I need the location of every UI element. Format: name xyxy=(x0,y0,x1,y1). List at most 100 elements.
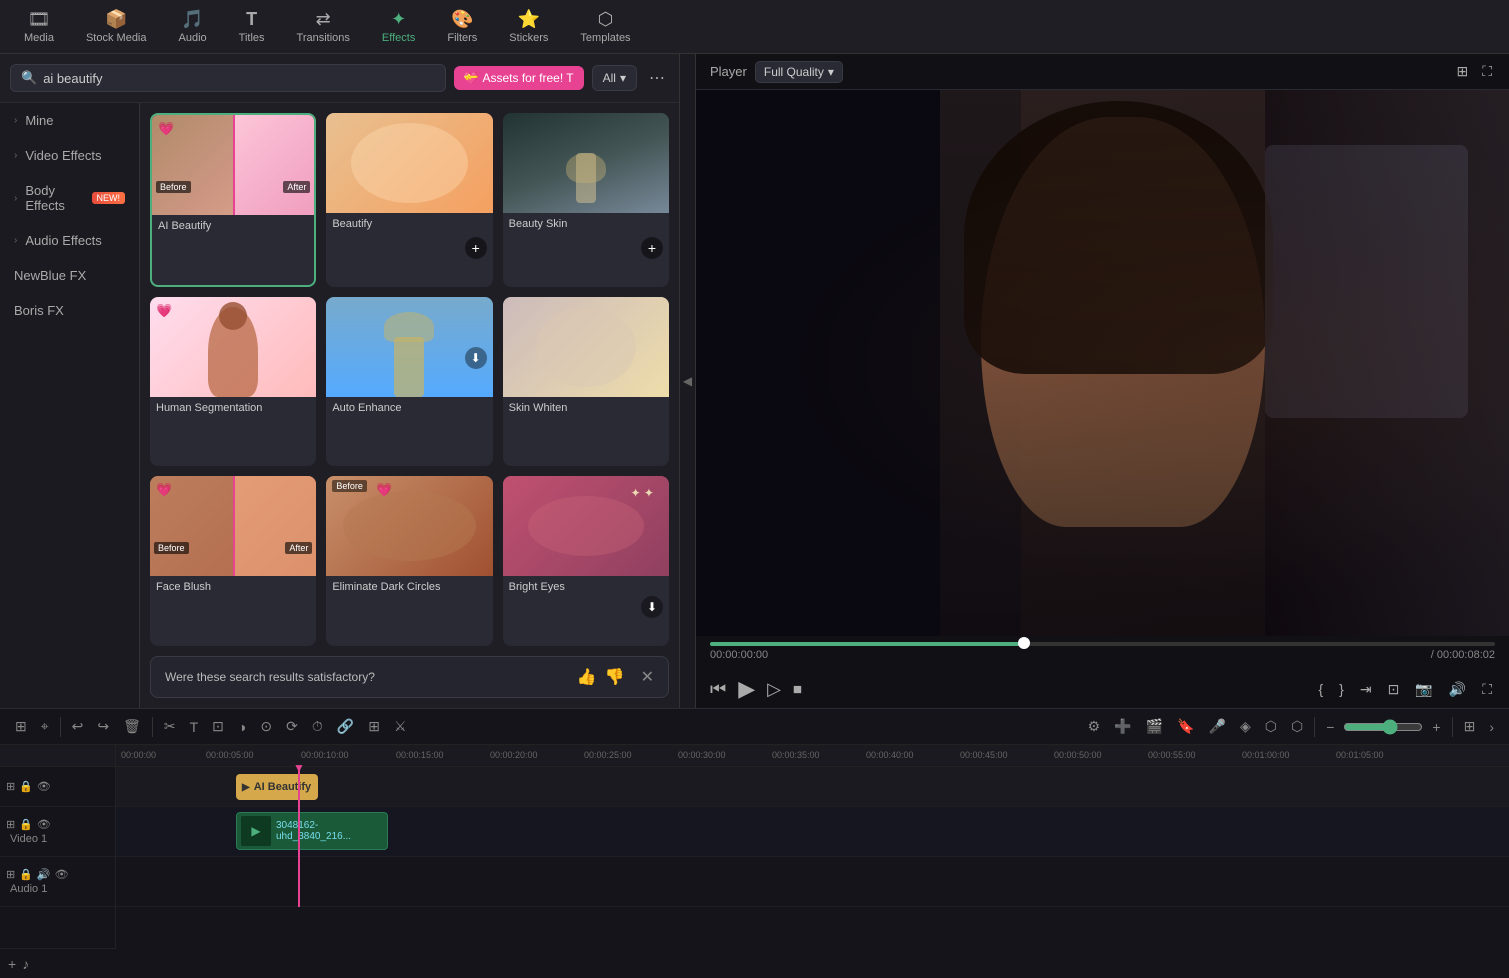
audio1-lock-icon[interactable]: 🔒 xyxy=(19,868,33,881)
filter-chevron-icon: ▾ xyxy=(620,71,626,85)
audio1-eye-icon[interactable]: 👁 xyxy=(55,868,69,881)
add-audio-track-button[interactable]: ♪ xyxy=(22,956,29,972)
nav-stickers[interactable]: ⭐ Stickers xyxy=(495,3,562,50)
duration-button[interactable]: ⏱ xyxy=(307,715,328,738)
effect-card-auto-enhance[interactable]: ⬇ Auto Enhance xyxy=(326,297,492,467)
effect-card-beauty-skin[interactable]: + Beauty Skin xyxy=(503,113,669,287)
main-area: 🔍 💝 Assets for free! T All ▾ ⋯ › Mine xyxy=(0,54,1509,708)
mark-button[interactable]: 🔖 xyxy=(1172,715,1199,738)
sidebar-item-body-effects[interactable]: › Body Effects NEW! xyxy=(0,173,139,223)
more-options-button[interactable]: › xyxy=(1484,716,1499,738)
snapshot-button[interactable]: 📷 xyxy=(1412,678,1435,701)
mask-button[interactable]: ◑ xyxy=(233,716,251,738)
nav-filters[interactable]: 🎨 Filters xyxy=(433,3,491,50)
filter-button[interactable]: All ▾ xyxy=(592,65,637,91)
safe-zone-button[interactable]: ⊡ xyxy=(1385,678,1403,701)
redo-button[interactable]: ↪ xyxy=(92,715,114,738)
silence-button[interactable]: ⬡ xyxy=(1286,715,1308,738)
panel-collapse-button[interactable]: ◀ xyxy=(680,54,696,708)
effect-card-face-blush[interactable]: Before After 💗 Face Blush xyxy=(150,476,316,646)
fullscreen-button[interactable]: ⛶ xyxy=(1479,60,1495,83)
video1-add-icon[interactable]: ⊞ xyxy=(6,818,15,831)
play-button[interactable]: ▶ xyxy=(738,676,755,702)
effect-card-skin-whiten[interactable]: Skin Whiten xyxy=(503,297,669,467)
nav-media[interactable]: 🎞 Media xyxy=(10,3,68,50)
progress-bar[interactable] xyxy=(710,642,1495,646)
feedback-close-button[interactable]: ✕ xyxy=(641,667,654,687)
zoom-out-button[interactable]: − xyxy=(1321,716,1339,738)
zoom-slider[interactable] xyxy=(1343,719,1423,735)
audio1-vol-icon[interactable]: 🔊 xyxy=(37,868,51,881)
text-button[interactable]: T xyxy=(185,716,204,738)
assets-button[interactable]: 💝 Assets for free! T xyxy=(454,66,584,90)
play-range-button[interactable]: ▷ xyxy=(767,679,781,700)
link-button[interactable]: 🔗 xyxy=(332,715,359,738)
nav-audio[interactable]: 🎵 Audio xyxy=(165,3,221,50)
out-point-button[interactable]: } xyxy=(1336,678,1347,700)
nav-stock-media[interactable]: 📦 Stock Media xyxy=(72,3,161,50)
fullscreen-player-button[interactable]: ⛶ xyxy=(1479,678,1495,701)
zoom-in-button[interactable]: + xyxy=(1427,716,1445,738)
quality-label: Full Quality xyxy=(764,65,824,79)
undo-button[interactable]: ↩ xyxy=(67,715,89,738)
sidebar-item-boris-fx[interactable]: Boris FX xyxy=(0,293,139,328)
effects-panel: Before After 💗 AI Beautify xyxy=(140,103,679,708)
video-clip[interactable]: ▶ 3048162-uhd_3840_216... xyxy=(236,812,388,850)
delete-button[interactable]: 🗑 xyxy=(118,715,146,738)
effect-card-human-seg[interactable]: 💗 Human Segmentation xyxy=(150,297,316,467)
video1-lock-icon[interactable]: 🔒 xyxy=(19,818,33,831)
effect-card-beautify[interactable]: + Beautify xyxy=(326,113,492,287)
effect-clip-ai-beautify[interactable]: ▶ AI Beautify xyxy=(236,774,318,800)
bright-eyes-add-btn[interactable]: ⬇ xyxy=(641,596,663,618)
sidebar-item-video-effects[interactable]: › Video Effects xyxy=(0,138,139,173)
video1-eye-icon[interactable]: 👁 xyxy=(37,818,51,831)
effect-card-dark-circles[interactable]: Before 💗 Eliminate Dark Circles xyxy=(326,476,492,646)
add-video-track-button[interactable]: + xyxy=(8,956,16,972)
audio-button[interactable]: 🎤 xyxy=(1204,715,1231,738)
view-toggle-button[interactable]: ⊞ xyxy=(1459,715,1481,738)
nav-effects[interactable]: ✦ Effects xyxy=(368,3,429,50)
detach-button[interactable]: ⚔ xyxy=(389,715,412,738)
in-point-button[interactable]: { xyxy=(1315,678,1326,700)
snap-button[interactable]: ⊞ xyxy=(10,715,32,738)
cut-button[interactable]: ✂ xyxy=(159,715,181,738)
progress-thumb[interactable] xyxy=(1018,637,1030,649)
timeline-settings-button[interactable]: ⚙ xyxy=(1083,715,1106,738)
magnet-button[interactable]: ⌖ xyxy=(36,715,54,738)
step-back-button[interactable]: ⏮ xyxy=(710,679,726,700)
sidebar-item-newblue-fx[interactable]: NewBlue FX xyxy=(0,258,139,293)
speed-button[interactable]: ⟳ xyxy=(281,715,303,738)
crop-button[interactable]: ⊡ xyxy=(207,715,229,738)
effects-track-lock-icon[interactable]: 🔒 xyxy=(19,780,33,793)
sidebar-item-audio-effects[interactable]: › Audio Effects xyxy=(0,223,139,258)
search-input[interactable] xyxy=(43,71,434,86)
beauty-skin-add-btn[interactable]: + xyxy=(641,237,663,259)
audio1-add-icon[interactable]: ⊞ xyxy=(6,868,15,881)
more-button[interactable]: ⋯ xyxy=(645,64,669,92)
blur-button[interactable]: ⊙ xyxy=(255,715,277,738)
quality-select[interactable]: Full Quality ▾ xyxy=(755,61,843,83)
effects-track-eye-icon[interactable]: 👁 xyxy=(37,780,51,793)
thumbs-down-icon[interactable]: 👎 xyxy=(605,667,625,687)
effect-card-bright-eyes[interactable]: ✦ ✦ ⬇ Bright Eyes xyxy=(503,476,669,646)
grid-view-button[interactable]: ⊞ xyxy=(1453,60,1471,83)
volume-button[interactable]: 🔊 xyxy=(1446,678,1469,701)
copy-button[interactable]: ⊞ xyxy=(363,715,385,738)
track-scroll-area[interactable]: 00:00:00 00:00:05:00 00:00:10:00 00:00:1… xyxy=(116,745,1509,978)
search-box[interactable]: 🔍 xyxy=(10,64,446,92)
nav-templates[interactable]: ⬡ Templates xyxy=(566,3,644,50)
stop-button[interactable]: ⏹ xyxy=(793,679,802,700)
nav-titles[interactable]: T Titles xyxy=(225,3,279,50)
thumbs-up-icon[interactable]: 👍 xyxy=(577,667,597,687)
beautify-add-btn[interactable]: + xyxy=(465,237,487,259)
effects-track-add-icon[interactable]: ⊞ xyxy=(6,780,15,793)
marker-button[interactable]: ◈ xyxy=(1235,715,1256,738)
sidebar-item-mine[interactable]: › Mine xyxy=(0,103,139,138)
effect-card-ai-beautify[interactable]: Before After 💗 AI Beautify xyxy=(150,113,316,287)
export-frame-button[interactable]: ⬡ xyxy=(1260,715,1282,738)
scene-detect-button[interactable]: 🎬 xyxy=(1141,715,1168,738)
nav-transitions[interactable]: ⇄ Transitions xyxy=(283,3,364,50)
toolbar-sep-2 xyxy=(152,717,153,737)
add-to-timeline-button[interactable]: ⇥ xyxy=(1357,678,1375,701)
add-media-button[interactable]: ➕ xyxy=(1109,715,1136,738)
